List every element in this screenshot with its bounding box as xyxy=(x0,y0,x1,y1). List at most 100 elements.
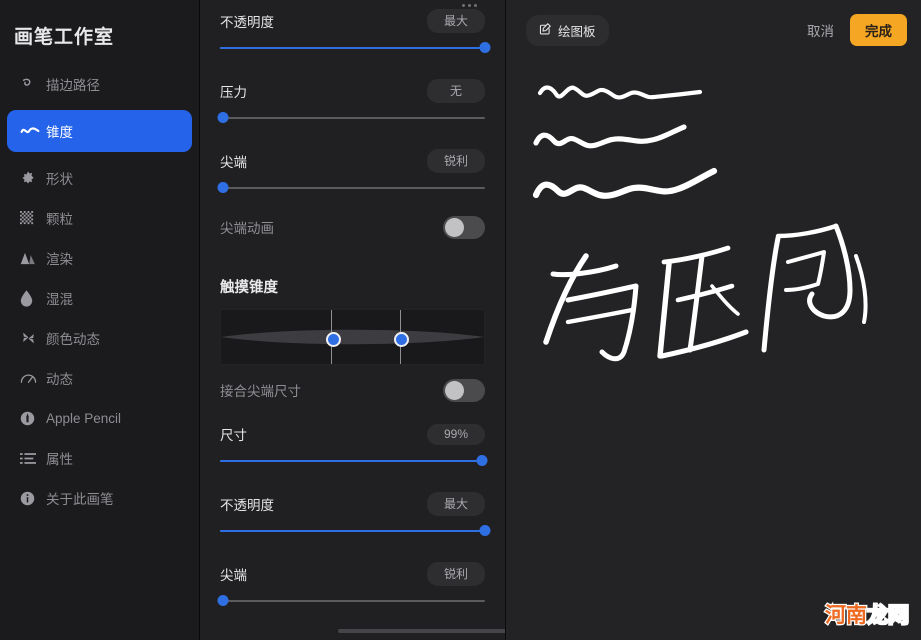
brush-studio-window: 画笔工作室 描边路径 锥度 形状 颗粒 渲染 湿混 颜色动态 动态 Apple … xyxy=(0,0,921,640)
tip-label: 尖端 xyxy=(220,155,247,170)
more-options-dots[interactable] xyxy=(462,4,477,7)
join-tip-size-row: 接合尖端尺寸 xyxy=(220,375,485,405)
drawing-pad-label: 绘图板 xyxy=(558,24,596,39)
canvas-actions: 取消 完成 xyxy=(807,14,907,46)
slider-track xyxy=(220,187,485,189)
toggle-knob xyxy=(445,380,464,400)
canvas-panel: 绘图板 取消 完成 河南龙网 xyxy=(506,0,921,640)
sidebar-item-label: 颜色动态 xyxy=(46,332,100,347)
pressure-label: 压力 xyxy=(220,85,247,100)
slider-knob[interactable] xyxy=(479,42,491,53)
sidebar-item-apple-pencil[interactable]: Apple Pencil xyxy=(7,398,192,438)
page-title: 画笔工作室 xyxy=(14,27,115,48)
size-value-pill[interactable]: 99% xyxy=(427,423,485,445)
slider-track xyxy=(220,600,485,602)
tip2-label: 尖端 xyxy=(220,568,247,583)
tip-animation-toggle[interactable] xyxy=(443,215,485,239)
opacity2-label: 不透明度 xyxy=(220,498,274,513)
toggle-knob xyxy=(445,217,464,237)
pressure-row: 压力 无 xyxy=(220,78,485,104)
opacity-row: 不透明度 最大 xyxy=(220,8,485,34)
slider-knob[interactable] xyxy=(217,595,229,606)
horizontal-scrollbar[interactable] xyxy=(338,629,505,633)
sidebar-item-properties[interactable]: 属性 xyxy=(7,438,192,478)
sidebar-item-label: 湿混 xyxy=(46,292,73,307)
cancel-button[interactable]: 取消 xyxy=(807,20,834,40)
opacity-slider[interactable] xyxy=(220,40,491,56)
tip-row: 尖端 锐利 xyxy=(220,148,485,174)
taper-handle-right[interactable] xyxy=(394,331,410,347)
size-row: 尺寸 99% xyxy=(220,421,485,447)
sidebar-item-stroke-path[interactable]: 描边路径 xyxy=(7,64,192,104)
canvas-toolbar: 绘图板 取消 完成 xyxy=(506,0,921,60)
sidebar-item-label: 渲染 xyxy=(46,252,73,267)
dynamics-gauge-icon xyxy=(20,368,46,388)
sidebar-item-color-dynamics[interactable]: 颜色动态 xyxy=(7,318,192,358)
sidebar-item-render[interactable]: 渲染 xyxy=(7,238,192,278)
tip-slider[interactable] xyxy=(217,180,485,196)
watermark-white: 龙网 xyxy=(866,604,911,628)
stroke-path-icon xyxy=(20,74,46,94)
opacity-label: 不透明度 xyxy=(220,15,274,30)
sidebar-item-label: 描边路径 xyxy=(46,78,100,93)
sidebar-item-label: 属性 xyxy=(46,452,73,467)
join-tip-size-label: 接合尖端尺寸 xyxy=(220,384,301,399)
tip-animation-label: 尖端动画 xyxy=(220,221,274,236)
size-slider[interactable] xyxy=(220,453,488,469)
grain-icon xyxy=(20,208,46,228)
handwriting-strokes xyxy=(543,223,868,362)
join-tip-size-toggle[interactable] xyxy=(443,378,485,402)
tip-animation-row: 尖端动画 xyxy=(220,212,485,242)
touch-taper-curve[interactable] xyxy=(220,309,485,365)
sidebar-item-grain[interactable]: 颗粒 xyxy=(7,198,192,238)
slider-track xyxy=(220,117,485,119)
done-button[interactable]: 完成 xyxy=(850,14,907,46)
sidebar-nav: 描边路径 锥度 形状 颗粒 渲染 湿混 颜色动态 动态 Apple Pencil… xyxy=(0,58,199,518)
sidebar-item-label: 锥度 xyxy=(46,125,73,140)
pressure-slider[interactable] xyxy=(217,110,485,126)
properties-list-icon xyxy=(20,448,46,468)
opacity2-slider[interactable] xyxy=(220,523,491,539)
edit-square-icon xyxy=(539,22,552,38)
sidebar-item-label: 形状 xyxy=(46,172,73,187)
apple-pencil-icon xyxy=(20,408,46,428)
watermark: 河南龙网 xyxy=(824,604,911,628)
opacity2-row: 不透明度 最大 xyxy=(220,491,485,517)
tip2-value-pill[interactable]: 锐利 xyxy=(427,562,485,586)
shape-icon xyxy=(20,168,46,188)
brush-strokes xyxy=(532,85,868,362)
size-label: 尺寸 xyxy=(220,428,247,443)
info-icon xyxy=(20,488,46,508)
sidebar-item-label: 关于此画笔 xyxy=(46,492,114,507)
taper-wave-icon xyxy=(20,121,46,141)
opacity2-value-pill[interactable]: 最大 xyxy=(427,492,485,516)
sidebar-item-taper[interactable]: 锥度 xyxy=(7,110,192,152)
brush-preview-canvas[interactable] xyxy=(506,60,921,640)
slider-knob[interactable] xyxy=(479,525,491,536)
color-dynamics-icon xyxy=(20,328,46,348)
sidebar-item-label: 动态 xyxy=(46,372,73,387)
touch-taper-title: 触摸锥度 xyxy=(220,280,278,296)
pressure-value-pill[interactable]: 无 xyxy=(427,79,485,103)
slider-fill xyxy=(220,460,483,462)
slider-fill xyxy=(220,530,485,532)
tip-value-pill[interactable]: 锐利 xyxy=(427,149,485,173)
sidebar-item-wet-mix[interactable]: 湿混 xyxy=(7,278,192,318)
wet-mix-droplet-icon xyxy=(20,288,46,308)
settings-panel: 不透明度 最大 压力 无 尖端 锐利 尖端动画 触摸锥度 接合尖端尺寸 尺寸 9… xyxy=(200,0,506,640)
slider-knob[interactable] xyxy=(217,182,229,193)
sidebar-item-dynamics[interactable]: 动态 xyxy=(7,358,192,398)
opacity-value-pill[interactable]: 最大 xyxy=(427,9,485,33)
slider-knob[interactable] xyxy=(476,455,488,466)
taper-shape xyxy=(221,329,484,345)
sidebar-item-shape[interactable]: 形状 xyxy=(7,158,192,198)
drawing-pad-button[interactable]: 绘图板 xyxy=(526,14,609,46)
tip2-slider[interactable] xyxy=(217,593,485,609)
slider-fill xyxy=(220,47,485,49)
tip2-row: 尖端 锐利 xyxy=(220,561,485,587)
sidebar-item-label: 颗粒 xyxy=(46,212,73,227)
sidebar: 画笔工作室 描边路径 锥度 形状 颗粒 渲染 湿混 颜色动态 动态 Apple … xyxy=(0,0,200,640)
sidebar-item-about-brush[interactable]: 关于此画笔 xyxy=(7,478,192,518)
slider-knob[interactable] xyxy=(217,112,229,123)
taper-handle-left[interactable] xyxy=(325,331,341,347)
